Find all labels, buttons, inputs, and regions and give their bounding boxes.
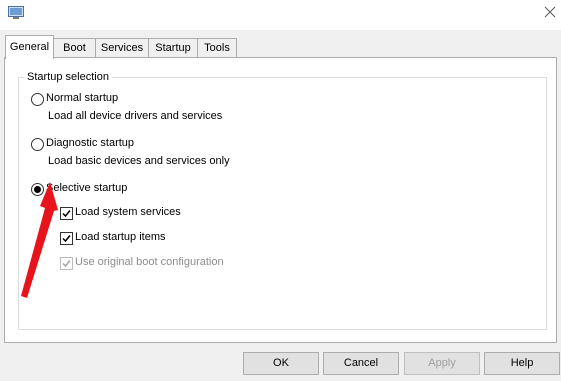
normal-startup-label[interactable]: Normal startup	[46, 92, 118, 104]
diagnostic-startup-label[interactable]: Diagnostic startup	[46, 137, 134, 149]
tab-tools[interactable]: Tools	[197, 38, 237, 58]
title-bar	[0, 0, 561, 30]
msconfig-icon	[8, 6, 24, 20]
tab-general[interactable]: General	[5, 35, 54, 59]
diagnostic-startup-radio[interactable]	[31, 138, 44, 151]
use-original-boot-config-label: Use original boot configuration	[75, 256, 224, 268]
diagnostic-startup-description: Load basic devices and services only	[48, 155, 230, 167]
help-button[interactable]: Help	[484, 352, 560, 375]
close-icon[interactable]	[543, 5, 557, 19]
normal-startup-radio[interactable]	[31, 93, 44, 106]
tab-boot[interactable]: Boot	[53, 38, 96, 58]
red-arrow-annotation	[14, 180, 74, 305]
cancel-button[interactable]: Cancel	[323, 352, 399, 375]
tab-services[interactable]: Services	[95, 38, 149, 58]
normal-startup-description: Load all device drivers and services	[48, 110, 223, 122]
apply-button[interactable]: Apply	[404, 352, 480, 375]
ok-button[interactable]: OK	[243, 352, 319, 375]
load-startup-items-label[interactable]: Load startup items	[75, 231, 166, 243]
tab-startup[interactable]: Startup	[148, 38, 198, 58]
load-system-services-label[interactable]: Load system services	[75, 206, 181, 218]
startup-selection-title: Startup selection	[24, 71, 112, 83]
